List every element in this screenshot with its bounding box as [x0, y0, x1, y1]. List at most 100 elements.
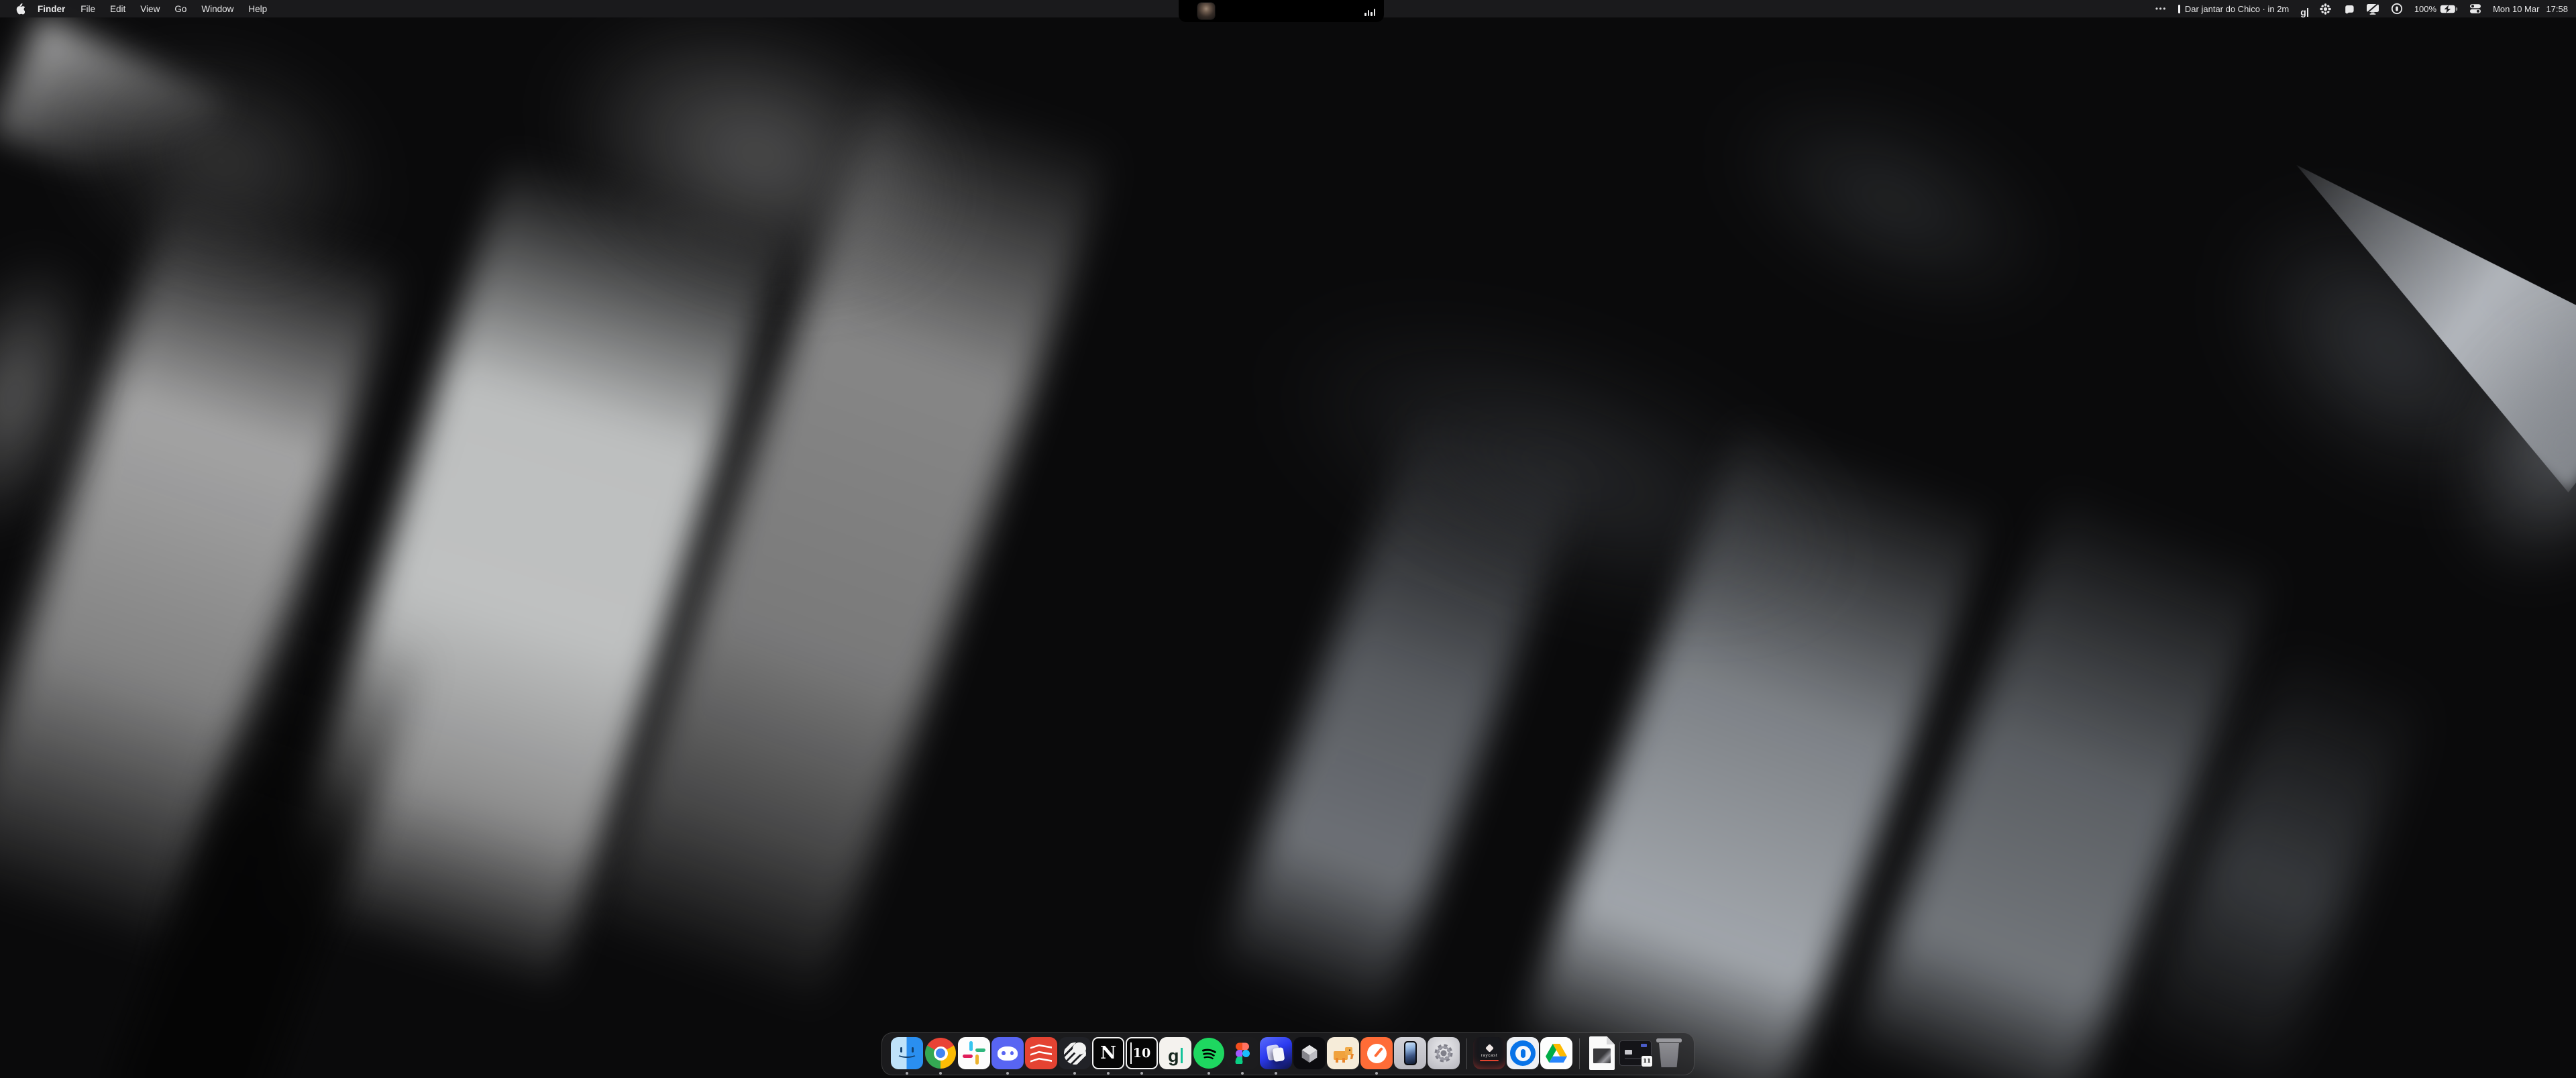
grammarly-cursor-bar	[1181, 1048, 1183, 1063]
control-center-glyph	[2469, 3, 2481, 15]
event-color-bar	[2178, 5, 2180, 13]
notch-now-playing-widget[interactable]	[1179, 0, 1384, 22]
screen-studio-icon	[1260, 1037, 1292, 1069]
status-upcoming-event[interactable]: Dar jantar do Chico · in 2m	[2178, 4, 2289, 14]
1password-icon[interactable]	[2391, 0, 2403, 17]
spline-icon	[1293, 1037, 1326, 1069]
dock-item-notion[interactable]: N	[1091, 1033, 1125, 1075]
dock-item-grammarly[interactable]: g	[1159, 1033, 1192, 1075]
dock-item-figma[interactable]	[1226, 1033, 1259, 1075]
running-indicator	[1375, 1072, 1378, 1075]
flower-glyph	[2320, 3, 2331, 15]
battery-percent: 100%	[2414, 4, 2436, 14]
1password-glyph	[2391, 3, 2403, 15]
dock-item-trash[interactable]	[1652, 1033, 1686, 1075]
dock-separator	[1460, 1033, 1472, 1075]
running-indicator	[1208, 1072, 1210, 1075]
display-mirroring-icon[interactable]	[2366, 0, 2379, 17]
apple-menu[interactable]	[9, 0, 30, 17]
raycast-diamond	[1485, 1044, 1494, 1053]
battery-status[interactable]: 100%	[2414, 4, 2458, 14]
grammarly-glyph: g	[2300, 7, 2306, 17]
time-label: 17:58	[2546, 4, 2568, 14]
dock-item-laravel-herd[interactable]	[1326, 1033, 1360, 1075]
dock-item-screen-studio[interactable]	[1259, 1033, 1293, 1075]
figma-icon	[1226, 1037, 1258, 1069]
status-overflow-dots[interactable]: •••	[2155, 0, 2167, 17]
menu-item-finder[interactable]: Finder	[30, 0, 73, 17]
dock: N 10 g	[881, 1032, 1695, 1075]
dock-item-chrome[interactable]	[924, 1033, 957, 1075]
slack-icon	[958, 1037, 990, 1069]
dock-item-document-file[interactable]	[1585, 1033, 1619, 1075]
now-playing-album-art[interactable]	[1197, 3, 1215, 19]
apple-icon	[15, 3, 25, 15]
dock-item-spline[interactable]	[1293, 1033, 1326, 1075]
date-label: Mon 10 Mar	[2493, 4, 2539, 14]
finder-icon	[891, 1037, 923, 1069]
dock-item-discord[interactable]	[991, 1033, 1024, 1075]
dock-item-linear[interactable]	[1058, 1033, 1091, 1075]
dock-item-notion-calendar[interactable]: 10	[1125, 1033, 1159, 1075]
notion-calendar-icon: 10	[1126, 1037, 1158, 1069]
iphone-mirroring-icon	[1394, 1037, 1426, 1069]
notion-icon: N	[1092, 1037, 1124, 1069]
dock-item-slack[interactable]	[957, 1033, 991, 1075]
event-text: Dar jantar do Chico · in 2m	[2185, 4, 2289, 14]
menu-item-view[interactable]: View	[133, 0, 167, 17]
menu-item-edit[interactable]: Edit	[103, 0, 133, 17]
menu-bar-clock[interactable]: Mon 10 Mar 17:58	[2493, 4, 2568, 14]
dock-separator	[1573, 1033, 1585, 1075]
running-indicator	[1241, 1072, 1244, 1075]
dock-item-1password[interactable]	[1506, 1033, 1540, 1075]
display-glyph	[2366, 3, 2379, 15]
running-indicator	[1275, 1072, 1277, 1075]
dock-item-iphone-mirroring[interactable]	[1393, 1033, 1427, 1075]
document-file-icon	[1586, 1037, 1618, 1069]
grammarly-cursor	[2307, 8, 2308, 17]
laravel-herd-icon	[1327, 1037, 1359, 1069]
dock-item-screenshot-file[interactable]: 11	[1619, 1033, 1652, 1075]
notion-glyph: N	[1100, 1043, 1116, 1063]
flower-icon[interactable]	[2320, 0, 2331, 17]
grammarly-icon[interactable]: g	[2300, 0, 2308, 17]
spotify-icon	[1193, 1037, 1225, 1069]
todoist-icon	[1025, 1037, 1057, 1069]
capture-glyph	[2343, 3, 2355, 15]
menu-bar-status: ••• Dar jantar do Chico · in 2m g	[2155, 0, 2576, 17]
dock-item-google-drive[interactable]	[1540, 1033, 1573, 1075]
raycast-red-line	[1480, 1060, 1499, 1062]
trash-icon	[1653, 1037, 1685, 1069]
chrome-icon	[924, 1037, 957, 1069]
menu-bar-left: Finder File Edit View Go Window Help	[0, 0, 274, 17]
running-indicator	[1107, 1072, 1110, 1075]
running-indicator	[1073, 1072, 1076, 1075]
raycast-icon: raycast	[1473, 1037, 1505, 1069]
grammarly-g-glyph: g	[1168, 1048, 1179, 1063]
dock-item-spotify[interactable]	[1192, 1033, 1226, 1075]
dock-item-raycast[interactable]: raycast	[1472, 1033, 1506, 1075]
dock-item-system-settings[interactable]	[1427, 1033, 1460, 1075]
menu-item-go[interactable]: Go	[167, 0, 194, 17]
notion-calendar-glyph: 10	[1133, 1046, 1150, 1061]
battery-charging-icon	[2440, 5, 2458, 13]
running-indicator	[906, 1072, 908, 1075]
dock-item-postman[interactable]	[1360, 1033, 1393, 1075]
calendar-badge: 11	[1641, 1055, 1653, 1067]
wallpaper-streak	[1242, 262, 1885, 677]
linear-icon	[1059, 1037, 1091, 1069]
running-indicator	[939, 1072, 942, 1075]
postman-icon	[1360, 1037, 1393, 1069]
running-indicator	[1006, 1072, 1009, 1075]
dock-item-todoist[interactable]	[1024, 1033, 1058, 1075]
1password-dock-icon	[1507, 1037, 1539, 1069]
menu-item-help[interactable]: Help	[241, 0, 274, 17]
menu-item-window[interactable]: Window	[194, 0, 241, 17]
equalizer-bars-icon	[1364, 9, 1375, 16]
menu-item-file[interactable]: File	[73, 0, 103, 17]
dock-item-finder[interactable]	[890, 1033, 924, 1075]
wallpaper-streak	[1700, 57, 2084, 346]
control-center-icon[interactable]	[2469, 0, 2481, 17]
running-indicator	[1140, 1072, 1143, 1075]
capture-icon[interactable]	[2343, 0, 2355, 17]
